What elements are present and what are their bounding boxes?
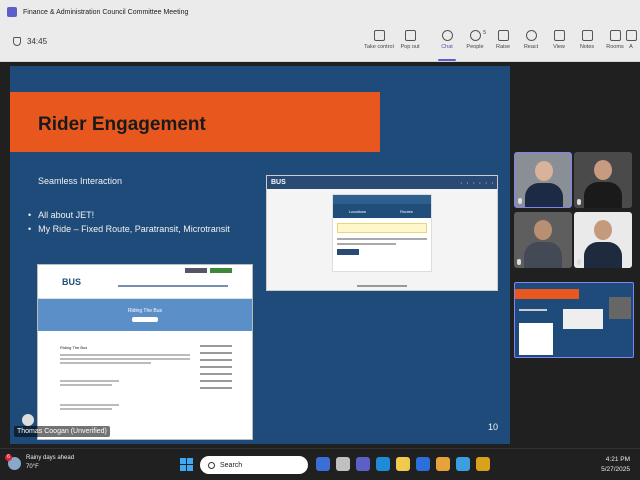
- rooms-icon: [609, 30, 621, 41]
- task-view-icon[interactable]: [336, 457, 350, 471]
- participant-tile[interactable]: [574, 152, 632, 208]
- pinned-apps: [316, 457, 490, 471]
- panel-button: [337, 249, 359, 255]
- weather-temp: 70°F: [26, 464, 39, 470]
- clock-time: 4:21 PM: [605, 456, 630, 463]
- copilot-icon[interactable]: [316, 457, 330, 471]
- file-explorer-icon[interactable]: [396, 457, 410, 471]
- panel-tabs: Locations Routes: [333, 204, 431, 218]
- chrome-icon[interactable]: [436, 457, 450, 471]
- shield-icon: [13, 37, 21, 46]
- timer-text: 34:45: [27, 37, 48, 46]
- website-screenshot-riding-the-bus: BUS Riding The Bus Riding The Bus: [37, 264, 253, 440]
- bullet-item: My Ride – Fixed Route, Paratransit, Micr…: [28, 224, 230, 234]
- take-control-button[interactable]: Take control: [362, 28, 396, 58]
- weather-icon: 6: [5, 453, 21, 470]
- mic-icon: [577, 199, 581, 205]
- participant-tile[interactable]: [514, 212, 572, 268]
- meeting-stage: Rider Engagement Seamless Interaction Al…: [0, 62, 640, 448]
- apps-icon: [625, 30, 637, 41]
- website-screenshot-trip-planner: BUS • • • • • • Locations Routes: [266, 175, 498, 291]
- title-bar: Finance & Administration Council Committ…: [0, 0, 640, 24]
- teams-icon: [7, 7, 17, 17]
- search-placeholder: Search: [220, 461, 243, 469]
- chat-icon: [441, 30, 453, 41]
- taskbar-search[interactable]: Search: [200, 456, 308, 474]
- presenter-name: Thomas Coogan (Unverified): [14, 426, 110, 437]
- site-logo: BUS: [62, 277, 82, 287]
- section-heading: Riding The Bus: [60, 345, 88, 350]
- notice-box: [337, 223, 427, 233]
- site-nav-links: [118, 285, 228, 287]
- participant-tile[interactable]: [574, 212, 632, 268]
- meeting-timer: 34:45: [13, 37, 47, 46]
- site-nav-links: • • • • • •: [460, 180, 493, 185]
- people-icon: [469, 30, 481, 41]
- site-header: BUS: [38, 265, 252, 299]
- trip-panel: Locations Routes: [332, 194, 432, 272]
- text-line: [337, 243, 396, 245]
- window-title: Finance & Administration Council Committ…: [23, 8, 189, 16]
- weather-summary: Rainy days ahead: [26, 455, 75, 461]
- hero-button: [132, 317, 158, 322]
- weather-widget[interactable]: 6 Rainy days ahead 70°F: [5, 453, 75, 472]
- shared-screen-preview[interactable]: [514, 282, 634, 358]
- slide-title: Rider Engagement: [38, 114, 206, 135]
- mic-icon: [577, 259, 581, 265]
- hero-title: Riding The Bus: [127, 308, 163, 314]
- site-hero: Riding The Bus: [38, 299, 252, 331]
- clock-date: 5/27/2025: [601, 466, 630, 473]
- site-footer: [357, 285, 407, 287]
- panel-header: [333, 195, 431, 204]
- slide-subheading: Seamless Interaction: [38, 176, 123, 186]
- notes-icon: [581, 30, 593, 41]
- site-body: Riding The Bus: [60, 345, 190, 412]
- teams-taskbar-icon[interactable]: [356, 457, 370, 471]
- notification-badge: 6: [5, 453, 12, 461]
- presenter-avatar: [22, 414, 34, 426]
- slide-bullets: All about JET! My Ride – Fixed Route, Pa…: [28, 210, 230, 238]
- apps-button[interactable]: A: [622, 28, 640, 58]
- app-icon[interactable]: [476, 457, 490, 471]
- meeting-toolbar: 34:45 Take control Pop out Chat 5 People…: [0, 24, 640, 62]
- tab-routes: Routes: [400, 208, 413, 214]
- text-line: [337, 238, 427, 240]
- shared-slide: Rider Engagement Seamless Interaction Al…: [10, 66, 510, 444]
- windows-taskbar: 6 Rainy days ahead 70°F Search 4:21 PM 5…: [0, 448, 640, 480]
- site-logo: BUS: [271, 179, 286, 186]
- slide-page-number: 10: [488, 422, 499, 432]
- outlook-icon[interactable]: [416, 457, 430, 471]
- search-icon: [208, 461, 215, 469]
- edge-icon[interactable]: [376, 457, 390, 471]
- grid-icon: [553, 30, 565, 41]
- site-top-buttons: [185, 268, 232, 273]
- smiley-icon: [525, 30, 537, 41]
- mic-icon: [518, 198, 522, 204]
- bullet-item: All about JET!: [28, 210, 230, 220]
- mic-icon: [517, 259, 521, 265]
- pop-out-button[interactable]: Pop out: [393, 28, 427, 58]
- tab-locations: Locations: [348, 208, 367, 214]
- site-nav: BUS • • • • • •: [267, 176, 497, 189]
- system-clock[interactable]: 4:21 PM 5/27/2025: [601, 455, 630, 475]
- app-icon[interactable]: [456, 457, 470, 471]
- start-button[interactable]: [180, 458, 193, 471]
- hand-icon: [497, 30, 509, 41]
- cast-icon: [373, 30, 385, 41]
- participant-tile[interactable]: [514, 152, 572, 208]
- pop-out-icon: [404, 30, 416, 41]
- site-sidebar: [200, 345, 240, 394]
